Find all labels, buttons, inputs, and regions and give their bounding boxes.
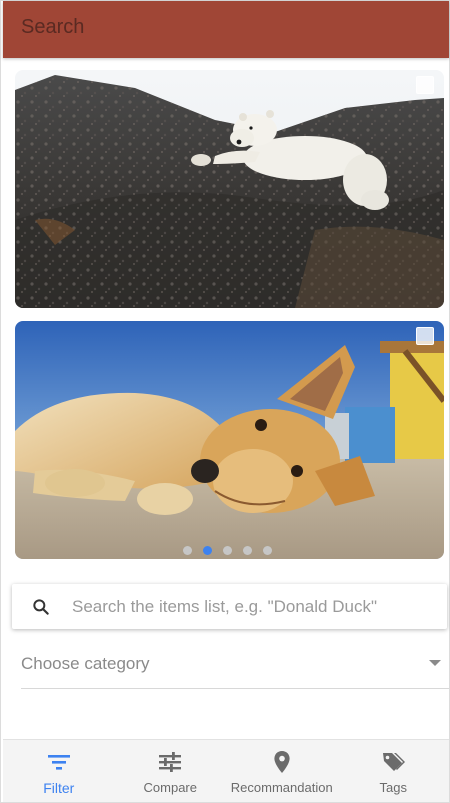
search-input[interactable] — [72, 595, 437, 619]
nav-item-filter[interactable]: Filter — [3, 740, 115, 802]
carousel-dot[interactable] — [183, 546, 192, 555]
search-icon — [33, 599, 49, 615]
carousel-dot[interactable] — [263, 546, 272, 555]
sliders-icon — [159, 752, 182, 772]
carousel-dot[interactable] — [223, 546, 232, 555]
category-label: Choose category — [21, 654, 150, 673]
select-checkbox[interactable] — [416, 76, 434, 94]
category-dropdown[interactable]: Choose category — [21, 641, 449, 689]
chevron-down-icon — [429, 660, 441, 666]
search-bar[interactable] — [12, 584, 447, 629]
nav-item-tags[interactable]: Tags — [338, 740, 450, 802]
app-frame: Search Search the items list, e.g. "Dona… — [0, 0, 450, 803]
puppy-image — [15, 321, 444, 559]
nav-item-recommandation[interactable]: Recommandation — [226, 740, 338, 802]
filter-icon — [47, 755, 70, 770]
carousel-dot-active[interactable] — [203, 546, 212, 555]
carousel-dot[interactable] — [243, 546, 252, 555]
nav-label-tags: Tags — [379, 780, 407, 795]
bottom-navigation: Filter Compare Recommandation Tags — [3, 739, 449, 802]
select-checkbox[interactable] — [416, 327, 434, 345]
page-title: Search — [21, 16, 85, 38]
carousel-pagination — [183, 546, 272, 555]
nav-label-recommandation: Recommandation — [230, 780, 333, 795]
nav-label-filter: Filter — [43, 780, 75, 796]
nav-label-compare: Compare — [143, 780, 197, 795]
image-card-polar-bear[interactable] — [15, 70, 444, 308]
image-card-puppy[interactable] — [15, 321, 444, 559]
polar-bear-image — [15, 70, 444, 308]
location-pin-icon — [274, 751, 290, 773]
nav-item-compare[interactable]: Compare — [115, 740, 227, 802]
app-bar: Search — [3, 1, 449, 58]
tags-icon — [383, 753, 406, 771]
